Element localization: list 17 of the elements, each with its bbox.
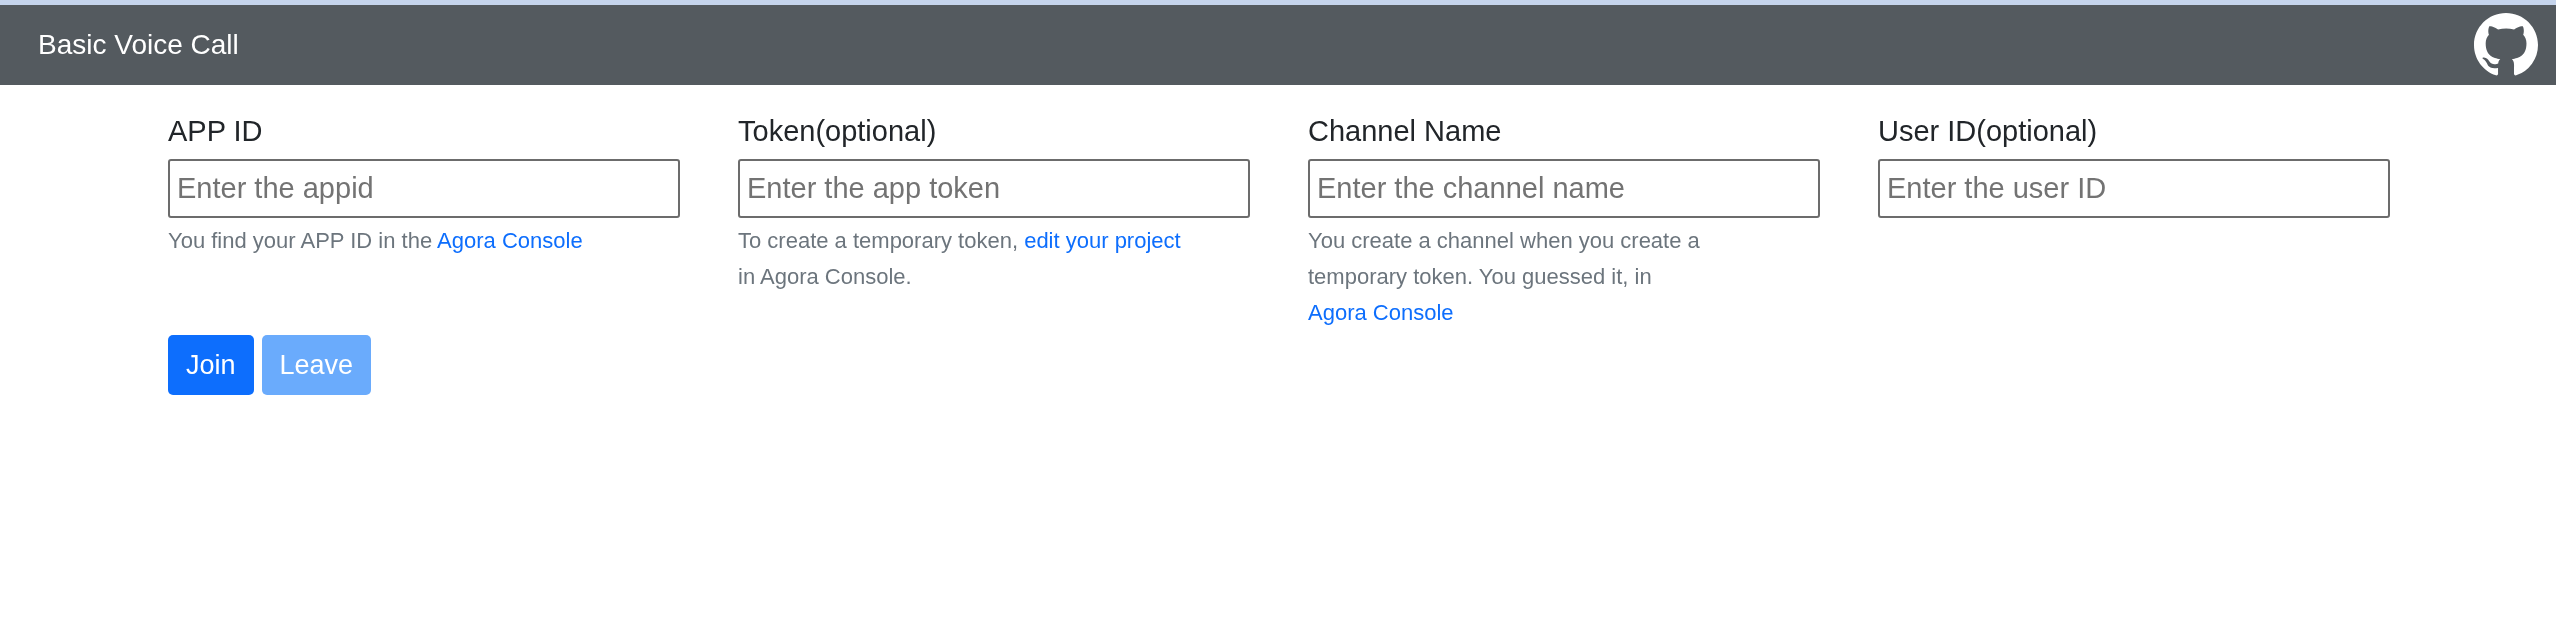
console-link[interactable]: edit your project bbox=[1024, 228, 1181, 253]
input-field[interactable]: Enter the user ID bbox=[1878, 159, 2390, 218]
join-button[interactable]: Join bbox=[168, 335, 254, 395]
field-label: Channel Name bbox=[1308, 114, 1502, 149]
field-label: User ID(optional) bbox=[1878, 114, 2098, 149]
console-link[interactable]: Agora Console bbox=[1308, 300, 1454, 325]
github-icon[interactable] bbox=[2474, 13, 2538, 77]
field-label: APP ID bbox=[168, 114, 263, 149]
input-field[interactable]: Enter the channel name bbox=[1308, 159, 1820, 218]
help-text: You create a channel when you create a temporary token. You guessed it, in Agora Console bbox=[1308, 227, 1701, 327]
navbar-title: Basic Voice Call bbox=[38, 28, 239, 62]
help-text: To create a temporary token, edit your project in Agora Console. bbox=[738, 227, 1182, 291]
help-text: You find your APP ID in the Agora Console bbox=[168, 227, 584, 255]
field-label: Token(optional) bbox=[738, 114, 937, 149]
input-field[interactable]: Enter the appid bbox=[168, 159, 680, 218]
console-link[interactable]: Agora Console bbox=[437, 228, 583, 253]
input-field[interactable]: Enter the app token bbox=[738, 159, 1250, 218]
